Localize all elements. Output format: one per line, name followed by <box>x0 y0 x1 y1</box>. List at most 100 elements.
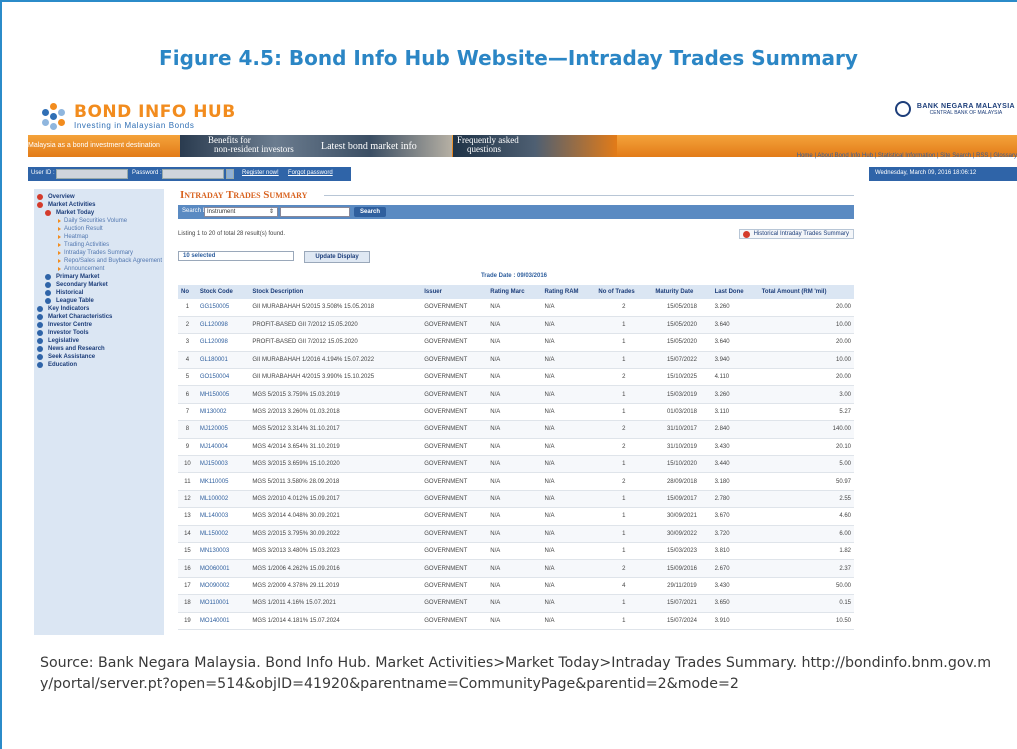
table-cell: GOVERNMENT <box>421 316 488 335</box>
table-cell: 3.430 <box>711 577 759 596</box>
stock-code-link[interactable]: MJ120005 <box>196 420 250 439</box>
table-cell: GOVERNMENT <box>421 385 488 404</box>
sidebar-item[interactable]: Daily Securities Volume <box>34 217 164 225</box>
stock-code-link[interactable]: GO150004 <box>196 368 250 387</box>
sidebar-item[interactable]: Trading Activities <box>34 241 164 249</box>
search-bar: Search by Instrument ⇕ Search <box>178 205 854 219</box>
banner-benefits-link[interactable]: Benefits for non-resident investors <box>208 136 294 154</box>
stock-code-link[interactable]: GL120098 <box>196 316 250 335</box>
sidebar-item[interactable]: Market Characteristics <box>34 313 164 321</box>
table-cell: GOVERNMENT <box>421 490 488 509</box>
user-id-input[interactable] <box>56 169 128 179</box>
bullet-circle-icon <box>37 202 43 208</box>
sidebar-item[interactable]: Historical <box>34 289 164 297</box>
table-cell: 5.00 <box>758 455 854 474</box>
table-cell: 1 <box>595 333 653 352</box>
table-cell: MGS 1/2006 4.262% 15.09.2016 <box>249 559 422 578</box>
historical-summary-link[interactable]: Historical Intraday Trades Summary <box>738 229 854 239</box>
sidebar-item[interactable]: Education <box>34 361 164 369</box>
table-cell: 2 <box>595 472 653 491</box>
sidebar-item[interactable]: News and Research <box>34 345 164 353</box>
stock-code-link[interactable]: ML100002 <box>196 490 250 509</box>
sidebar-item[interactable]: Investor Tools <box>34 329 164 337</box>
table-cell: GOVERNMENT <box>421 507 488 526</box>
sidebar-item[interactable]: Primary Market <box>34 273 164 281</box>
sidebar-item-label: Announcement <box>64 266 105 272</box>
stock-code-link[interactable]: GL180001 <box>196 351 250 370</box>
table-row: 12 ML100002 MGS 2/2010 4.012% 15.09.2017 GO… <box>178 490 854 509</box>
table-cell: MGS 3/2015 3.659% 15.10.2020 <box>249 455 422 474</box>
stock-code-link[interactable]: MH150005 <box>196 385 250 404</box>
banner-faq-link[interactable]: Frequently asked questions <box>457 136 519 154</box>
table-cell: N/A <box>541 299 596 317</box>
update-display-button[interactable]: Update Display <box>304 251 370 263</box>
top-links[interactable]: Home | About Bond Info Hub | Statistical… <box>797 153 1017 159</box>
sidebar-item[interactable]: Secondary Market <box>34 281 164 289</box>
sidebar-item[interactable]: Overview <box>34 193 164 201</box>
search-by-select[interactable]: Instrument ⇕ <box>204 207 278 217</box>
stock-code-link[interactable]: MI130002 <box>196 403 250 422</box>
table-cell: N/A <box>541 333 596 352</box>
table-cell: GOVERNMENT <box>421 368 488 387</box>
bullet-circle-icon <box>45 210 51 216</box>
table-cell: N/A <box>541 594 596 613</box>
table-cell: 29/11/2019 <box>652 577 712 596</box>
table-cell: 50.97 <box>758 472 854 491</box>
stock-code-link[interactable]: ML140003 <box>196 507 250 526</box>
stock-code-link[interactable]: MO090002 <box>196 577 250 596</box>
register-link[interactable]: Register now! <box>242 170 279 176</box>
table-cell: MGS 2/2010 4.012% 15.09.2017 <box>249 490 422 509</box>
sidebar-item[interactable]: Legislative <box>34 337 164 345</box>
sidebar-item[interactable]: Market Activities <box>34 201 164 209</box>
sidebar-item[interactable]: Announcement <box>34 265 164 273</box>
table-row: 4 GL180001 GII MURABAHAH 1/2016 4.194% 15.… <box>178 351 854 370</box>
stock-code-link[interactable]: MJ140004 <box>196 438 250 457</box>
stock-code-link[interactable]: MK110005 <box>196 472 250 491</box>
stock-code-link[interactable]: GG150005 <box>196 299 250 317</box>
sidebar-item[interactable]: League Table <box>34 297 164 305</box>
table-cell: 20.00 <box>758 368 854 387</box>
forgot-password-link[interactable]: Forgot password <box>288 170 333 176</box>
table-cell: MGS 1/2011 4.16% 15.07.2021 <box>249 594 422 613</box>
table-cell: N/A <box>541 385 596 404</box>
table-cell: 2 <box>595 368 653 387</box>
table-cell: GOVERNMENT <box>421 559 488 578</box>
stock-code-link[interactable]: GL120098 <box>196 333 250 352</box>
bullet-arrow-icon <box>58 243 61 247</box>
sidebar-item-label: News and Research <box>48 346 105 352</box>
table-header-row: No Stock Code Stock Description Issuer Ratin… <box>178 285 854 299</box>
column-header: No <box>178 285 197 299</box>
sidebar-item[interactable]: Market Today <box>34 209 164 217</box>
sidebar-item[interactable]: Investor Centre <box>34 321 164 329</box>
table-cell: 3.640 <box>711 333 759 352</box>
sidebar-item[interactable]: Seek Assistance <box>34 353 164 361</box>
stock-code-link[interactable]: MO060001 <box>196 559 250 578</box>
table-cell: 0.15 <box>758 594 854 613</box>
login-go-button[interactable] <box>226 169 234 179</box>
sidebar-item[interactable]: Key Indicators <box>34 305 164 313</box>
table-cell: N/A <box>487 333 542 352</box>
sidebar-item[interactable]: Repo/Sales and Buyback Agreement <box>34 257 164 265</box>
table-cell: 1 <box>595 385 653 404</box>
column-select[interactable]: 10 selected <box>178 251 294 261</box>
sidebar-item[interactable]: Auction Result <box>34 225 164 233</box>
search-input[interactable] <box>280 207 350 217</box>
stock-code-link[interactable]: MO110001 <box>196 594 250 613</box>
stock-code-link[interactable]: MJ150003 <box>196 455 250 474</box>
sidebar-item[interactable]: Intraday Trades Summary <box>34 249 164 257</box>
bond-info-hub-logo[interactable]: BOND INFO HUB Investing in Malaysian Bon… <box>40 103 236 131</box>
sidebar-item[interactable]: Heatmap <box>34 233 164 241</box>
table-cell: N/A <box>487 351 542 370</box>
stock-code-link[interactable]: ML150002 <box>196 525 250 543</box>
stock-code-link[interactable]: MN130003 <box>196 542 250 561</box>
bnm-logo[interactable]: BANK NEGARA MALAYSIA CENTRAL BANK OF MAL… <box>894 101 1015 117</box>
stock-code-link[interactable]: MO140001 <box>196 612 250 630</box>
table-cell: MGS 4/2014 3.654% 31.10.2019 <box>249 438 422 457</box>
table-cell: 3.260 <box>711 385 759 404</box>
table-cell: 6.00 <box>758 525 854 543</box>
table-cell: GOVERNMENT <box>421 577 488 596</box>
banner-latest-info-link[interactable]: Latest bond market info <box>321 141 417 152</box>
password-input[interactable] <box>162 169 224 179</box>
search-button[interactable]: Search <box>354 207 386 217</box>
table-cell: 2 <box>595 438 653 457</box>
